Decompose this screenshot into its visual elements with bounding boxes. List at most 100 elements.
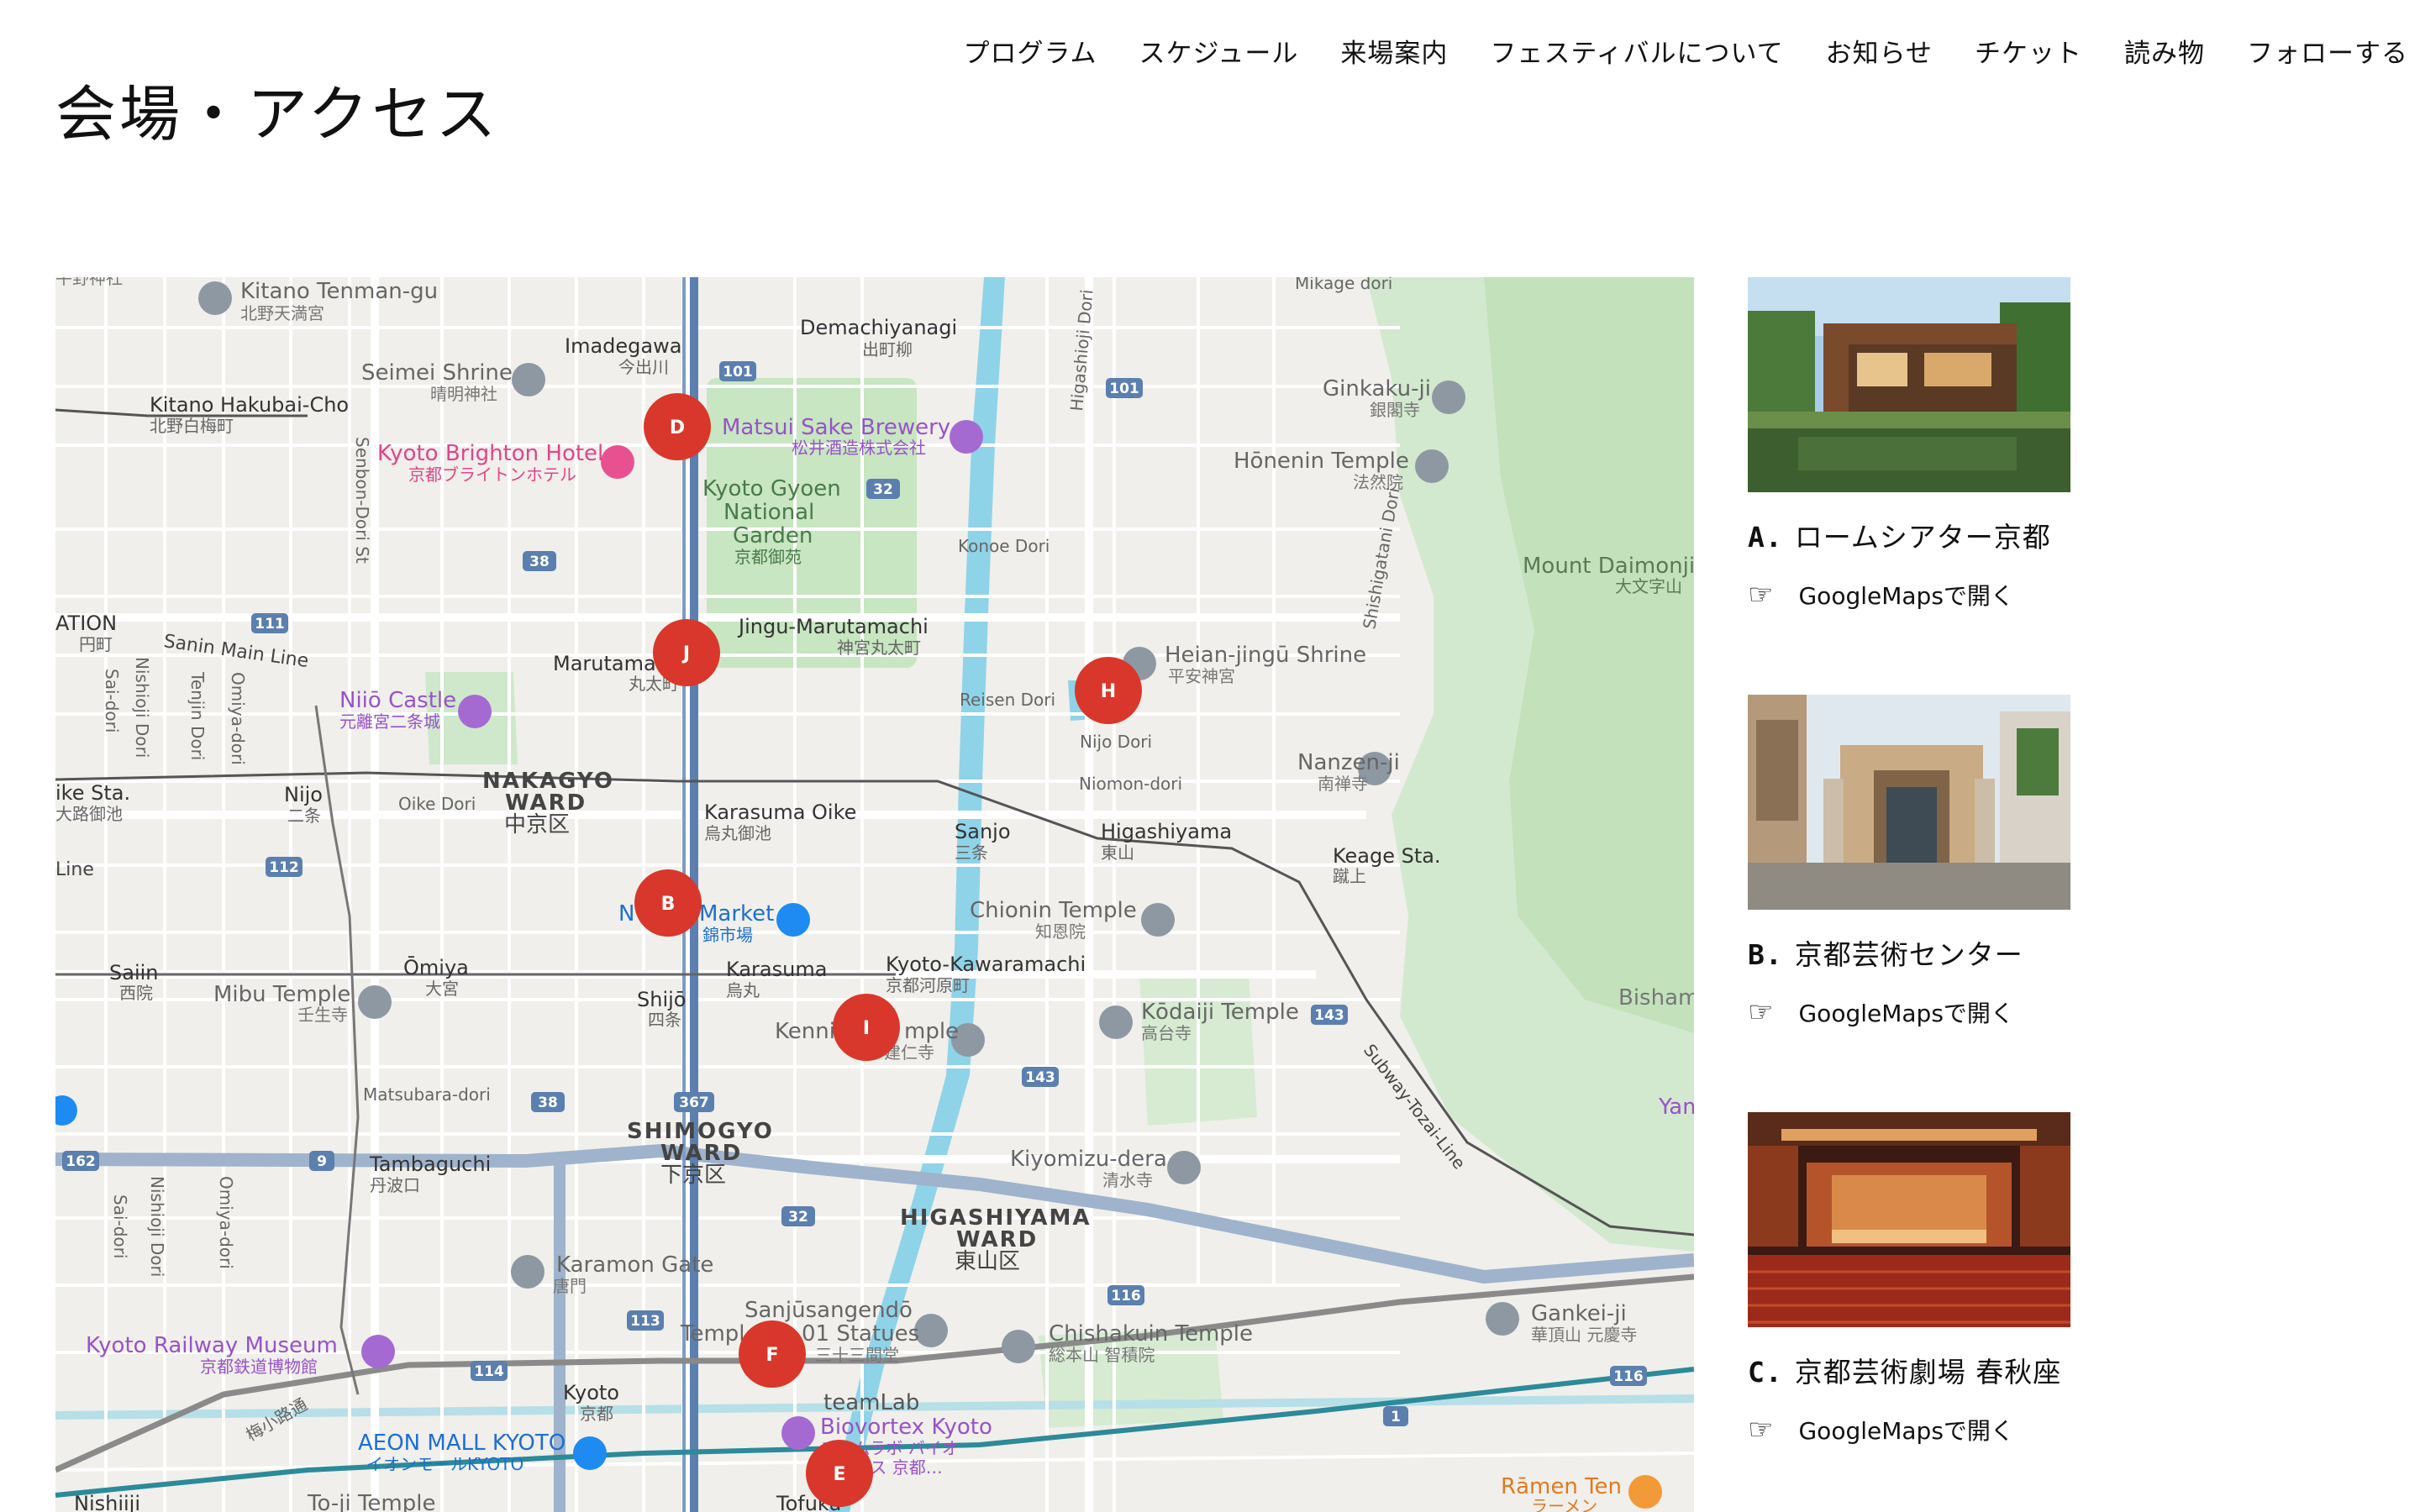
- svg-text:National: National: [723, 500, 814, 525]
- venue-map[interactable]: 101 101 32 38 111 112 9 162 38 367 143 1…: [55, 277, 1694, 1512]
- svg-text:114: 114: [474, 1363, 504, 1380]
- svg-text:101: 101: [723, 364, 753, 381]
- temple-icon: [1432, 381, 1465, 414]
- temple-icon: [358, 985, 392, 1019]
- svg-text:京都ブライトンホテル: 京都ブライトンホテル: [408, 465, 576, 485]
- venue-photo-shunjuza-theater[interactable]: [1748, 1112, 2070, 1327]
- open-google-maps-link-b[interactable]: ☞ GoogleMapsで開く: [1748, 995, 2014, 1029]
- svg-text:華頂山 元慶寺: 華頂山 元慶寺: [1531, 1325, 1637, 1345]
- temple-icon: [1415, 449, 1449, 483]
- svg-text:Tambaguchi: Tambaguchi: [369, 1152, 491, 1176]
- shrine-icon: [198, 281, 232, 315]
- svg-text:AEON MALL KYOTO: AEON MALL KYOTO: [358, 1431, 566, 1456]
- svg-text:東山: 東山: [1101, 843, 1134, 863]
- svg-text:Sanjo: Sanjo: [955, 820, 1011, 843]
- svg-text:三十三間堂: 三十三間堂: [815, 1345, 899, 1365]
- nav-tickets[interactable]: チケット: [1975, 32, 2082, 70]
- svg-text:西院: 西院: [119, 983, 153, 1003]
- svg-text:Kiyomizu-dera: Kiyomizu-dera: [1010, 1147, 1167, 1172]
- svg-text:Seimei Shrine: Seimei Shrine: [361, 360, 513, 386]
- map-marker-b[interactable]: B: [634, 869, 702, 937]
- svg-text:Karasuma: Karasuma: [726, 958, 827, 981]
- nav-about-festival[interactable]: フェスティバルについて: [1490, 32, 1783, 70]
- open-google-maps-link-a[interactable]: ☞ GoogleMapsで開く: [1748, 578, 2014, 612]
- svg-text:E: E: [833, 1464, 845, 1485]
- shopping-icon: [573, 1436, 607, 1470]
- svg-text:高台寺: 高台寺: [1141, 1023, 1192, 1043]
- svg-text:teamLab: teamLab: [823, 1390, 919, 1415]
- svg-text:ラーメン: ラーメン: [1531, 1496, 1597, 1512]
- temple-icon: [511, 1255, 544, 1289]
- map-marker-f[interactable]: F: [739, 1320, 806, 1388]
- svg-text:円町: 円町: [79, 634, 113, 654]
- svg-text:Chionin Temple: Chionin Temple: [970, 898, 1137, 923]
- svg-text:Omiya-dori: Omiya-dori: [228, 672, 248, 765]
- svg-text:京都河原町: 京都河原町: [886, 975, 970, 995]
- svg-text:清水寺: 清水寺: [1102, 1170, 1153, 1190]
- nav-schedule[interactable]: スケジュール: [1139, 32, 1299, 70]
- map-marker-e[interactable]: E: [806, 1440, 873, 1507]
- svg-text:壬生寺: 壬生寺: [297, 1005, 348, 1025]
- svg-text:162: 162: [66, 1153, 96, 1170]
- svg-text:143: 143: [1314, 1007, 1344, 1024]
- svg-text:今出川: 今出川: [618, 357, 669, 377]
- temple-icon: [1167, 1151, 1201, 1184]
- shopping-icon: [776, 903, 810, 937]
- svg-text:Jingu-Marutamachi: Jingu-Marutamachi: [737, 615, 929, 638]
- nav-reading[interactable]: 読み物: [2124, 32, 2205, 70]
- venue-photo-kyoto-art-center[interactable]: [1748, 695, 2070, 910]
- temple-icon: [1486, 1302, 1519, 1336]
- svg-text:38: 38: [529, 554, 550, 570]
- svg-text:Niiō Castle: Niiō Castle: [339, 688, 456, 713]
- svg-text:Mibu Temple: Mibu Temple: [213, 982, 350, 1007]
- nav-follow[interactable]: フォローする: [2247, 32, 2408, 70]
- nav-news[interactable]: お知らせ: [1826, 32, 1933, 70]
- venue-title: 京都芸術センター: [1794, 938, 2023, 971]
- svg-text:Higashiyama: Higashiyama: [1101, 820, 1232, 843]
- svg-text:元離宮二条城: 元離宮二条城: [339, 711, 440, 732]
- svg-text:Yam: Yam: [1658, 1095, 1694, 1120]
- open-google-maps-link-c[interactable]: ☞ GoogleMapsで開く: [1748, 1413, 2014, 1446]
- svg-text:I: I: [863, 1018, 870, 1039]
- svg-text:知恩院: 知恩院: [1035, 921, 1086, 942]
- svg-text:平安神宮: 平安神宮: [1168, 666, 1235, 686]
- svg-text:Kyoto-Kawaramachi: Kyoto-Kawaramachi: [886, 953, 1086, 976]
- nav-program[interactable]: プログラム: [963, 32, 1097, 70]
- svg-text:北野白梅町: 北野白梅町: [150, 416, 234, 436]
- svg-text:Konoe Dori: Konoe Dori: [958, 536, 1050, 556]
- svg-text:Saiin: Saiin: [109, 961, 159, 984]
- venue-title: ロームシアター京都: [1794, 521, 2051, 554]
- svg-text:Nijo Dori: Nijo Dori: [1080, 732, 1152, 752]
- svg-text:Oike Dori: Oike Dori: [398, 794, 476, 814]
- venue-name-b: B. 京都芸術センター: [1748, 932, 2023, 973]
- svg-text:大路御池: 大路御池: [55, 804, 123, 824]
- svg-text:Nishioji Dori: Nishioji Dori: [132, 657, 152, 758]
- svg-text:101: 101: [1109, 381, 1139, 397]
- svg-text:mple: mple: [904, 1019, 959, 1044]
- nav-visitor-info[interactable]: 来場案内: [1340, 32, 1448, 70]
- svg-text:Kenni: Kenni: [775, 1019, 835, 1044]
- map-marker-j[interactable]: J: [653, 619, 720, 686]
- svg-text:大文字山: 大文字山: [1615, 576, 1682, 596]
- svg-text:Kitano Tenman-gu: Kitano Tenman-gu: [240, 279, 438, 304]
- svg-text:Shijō: Shijō: [637, 988, 686, 1011]
- svg-text:Bisham: Bisham: [1618, 985, 1694, 1011]
- map-marker-h[interactable]: H: [1075, 657, 1142, 724]
- svg-text:烏丸: 烏丸: [726, 980, 760, 1000]
- svg-text:Senbon-Dori St: Senbon-Dori St: [352, 437, 372, 564]
- venue-photo-rohm-theatre[interactable]: [1748, 277, 2070, 492]
- svg-text:367: 367: [679, 1095, 709, 1111]
- map-marker-d[interactable]: D: [644, 393, 711, 460]
- svg-text:32: 32: [788, 1209, 808, 1226]
- page-title: 会場・アクセス: [55, 79, 500, 150]
- svg-text:ATION: ATION: [55, 612, 117, 635]
- svg-text:38: 38: [538, 1095, 558, 1111]
- venue-title: 京都芸術劇場 春秋座: [1794, 1356, 2062, 1389]
- svg-text:Garden: Garden: [733, 523, 813, 549]
- svg-text:Karasuma Oike: Karasuma Oike: [704, 801, 856, 824]
- map-marker-i[interactable]: I: [833, 994, 900, 1061]
- svg-text:Imadegawa: Imadegawa: [565, 334, 681, 358]
- svg-text:蹴上: 蹴上: [1333, 866, 1366, 886]
- svg-text:下京区: 下京区: [660, 1163, 726, 1188]
- venue-item-b: B. 京都芸術センター ☞ GoogleMapsで開く: [1748, 695, 2168, 1027]
